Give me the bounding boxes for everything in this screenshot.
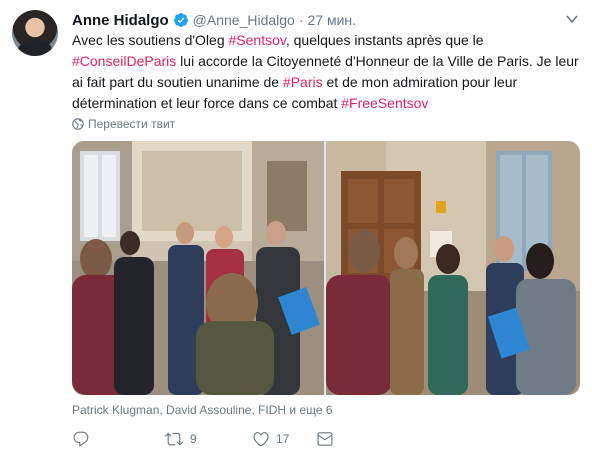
tweet-text: Avec les soutiens d'Oleg #Sentsov, quelq… <box>72 30 580 114</box>
tweet-media[interactable] <box>72 141 580 395</box>
hashtag-link[interactable]: #FreeSentsov <box>341 95 428 111</box>
author-handle[interactable]: @Anne_Hidalgo <box>193 12 295 28</box>
retweet-count: 9 <box>190 432 197 446</box>
retweet-icon <box>165 432 183 446</box>
tweet-timestamp[interactable]: 27 мин. <box>308 12 357 28</box>
like-count: 17 <box>276 432 290 446</box>
tweet-photo-left[interactable] <box>72 141 324 395</box>
tweet-text-part: Avec les soutiens d'Oleg <box>72 32 229 48</box>
tagged-people[interactable]: Patrick Klugman, David Assouline, FIDH и… <box>72 403 333 417</box>
chevron-down-icon[interactable] <box>566 14 578 24</box>
tweet-header: Anne Hidalgo @Anne_Hidalgo · 27 мин. <box>72 10 356 30</box>
verified-badge-icon <box>173 12 189 28</box>
reply-button[interactable] <box>72 428 96 450</box>
retweet-button[interactable]: 9 <box>164 428 197 450</box>
author-name[interactable]: Anne Hidalgo <box>72 12 169 29</box>
translate-tweet-link[interactable]: Перевести твит <box>72 117 175 131</box>
heart-icon <box>253 432 269 447</box>
header-separator: · <box>298 12 304 28</box>
author-avatar[interactable] <box>12 10 58 56</box>
like-button[interactable]: 17 <box>252 428 289 450</box>
envelope-icon <box>317 432 333 446</box>
tweet[interactable]: Anne Hidalgo @Anne_Hidalgo · 27 мин. Ave… <box>0 0 592 458</box>
hashtag-link[interactable]: #Sentsov <box>229 32 286 48</box>
reply-icon <box>73 431 89 447</box>
tweet-photo-right[interactable] <box>326 141 580 395</box>
direct-message-button[interactable] <box>316 428 334 450</box>
hashtag-link[interactable]: #Paris <box>283 74 323 90</box>
translate-label: Перевести твит <box>88 117 176 131</box>
tweet-actions: 9 17 <box>72 428 580 450</box>
group-photo-left <box>72 141 324 395</box>
avatar-shoulders <box>18 40 52 56</box>
hashtag-link[interactable]: #ConseilDeParis <box>72 53 176 69</box>
globe-icon <box>72 118 84 130</box>
tweet-text-part: , quelques instants après que le <box>285 32 484 48</box>
group-photo-right <box>326 141 580 395</box>
